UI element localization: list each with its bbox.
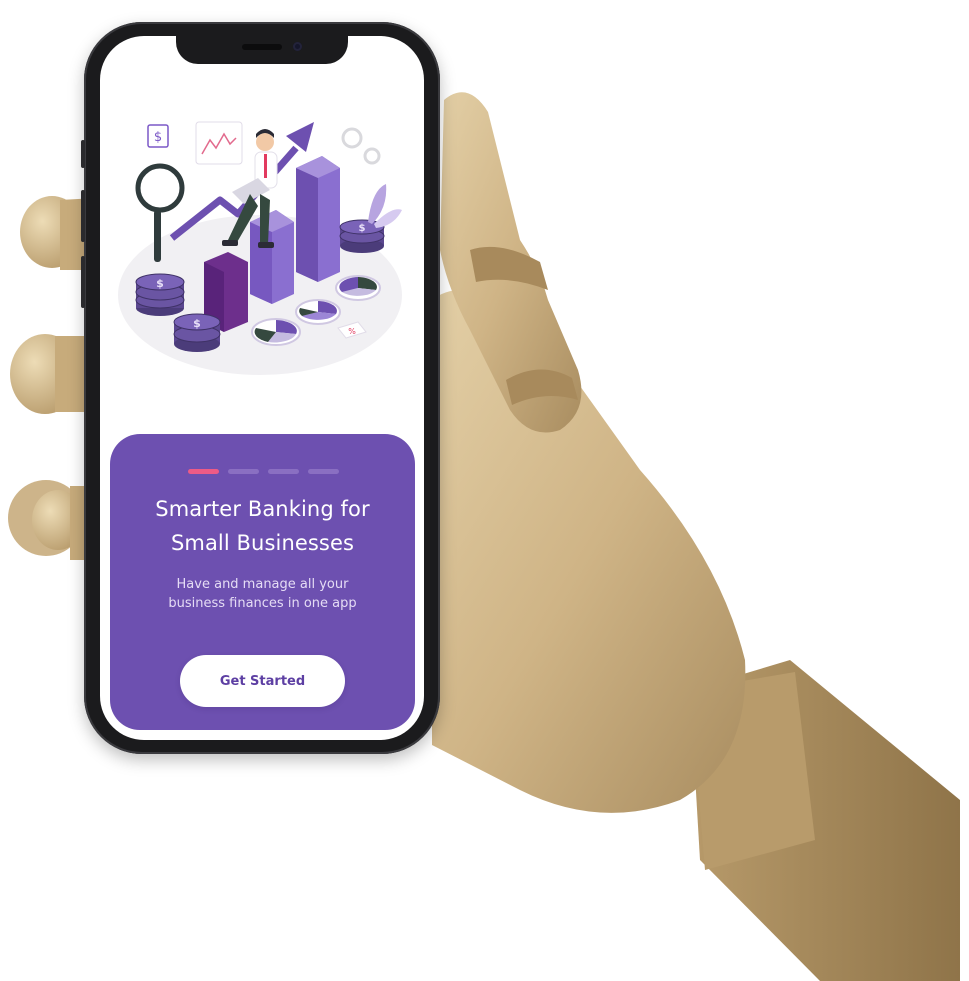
- page-indicator: [188, 469, 339, 474]
- earpiece-speaker: [242, 44, 282, 50]
- svg-text:$: $: [359, 223, 366, 234]
- dollar-coin-stack-icon: $: [135, 273, 185, 316]
- pie-chart-icon: [295, 299, 341, 325]
- subtext-line-2: business finances in one app: [168, 596, 357, 611]
- onboarding-headline: Smarter Banking for Small Businesses: [110, 492, 415, 560]
- headline-line-2: Small Businesses: [170, 531, 355, 555]
- gear-icon: [341, 127, 381, 165]
- front-camera: [293, 42, 302, 51]
- page-dot-active[interactable]: [188, 469, 219, 474]
- subtext-line-1: Have and manage all your: [176, 577, 349, 592]
- scene: $ $ $ $ % Smarter Banking for Small Busi…: [0, 0, 969, 981]
- page-dot[interactable]: [308, 469, 339, 474]
- business-growth-illustration: $ $ $ $ %: [118, 121, 402, 375]
- svg-text:$: $: [193, 317, 201, 330]
- svg-text:$: $: [156, 277, 164, 290]
- pie-chart-icon: [335, 275, 381, 301]
- phone-volume-down-button: [81, 256, 85, 308]
- phone-notch: [176, 36, 348, 64]
- headline-line-1: Smarter Banking for: [155, 497, 370, 521]
- onboarding-subtext: Have and manage all your business financ…: [110, 575, 415, 613]
- page-dot[interactable]: [268, 469, 299, 474]
- pie-chart-icon: [251, 318, 301, 346]
- phone-mute-switch: [81, 140, 85, 168]
- dollar-coin-stack-icon: $: [173, 313, 221, 352]
- svg-text:$: $: [154, 130, 162, 145]
- get-started-button[interactable]: Get Started: [180, 655, 345, 707]
- dollar-note-icon: $: [147, 124, 169, 148]
- leaf-icon: [368, 184, 402, 228]
- svg-text:%: %: [348, 327, 356, 336]
- page-dot[interactable]: [228, 469, 259, 474]
- line-chart-card: [195, 121, 243, 165]
- phone-volume-up-button: [81, 190, 85, 242]
